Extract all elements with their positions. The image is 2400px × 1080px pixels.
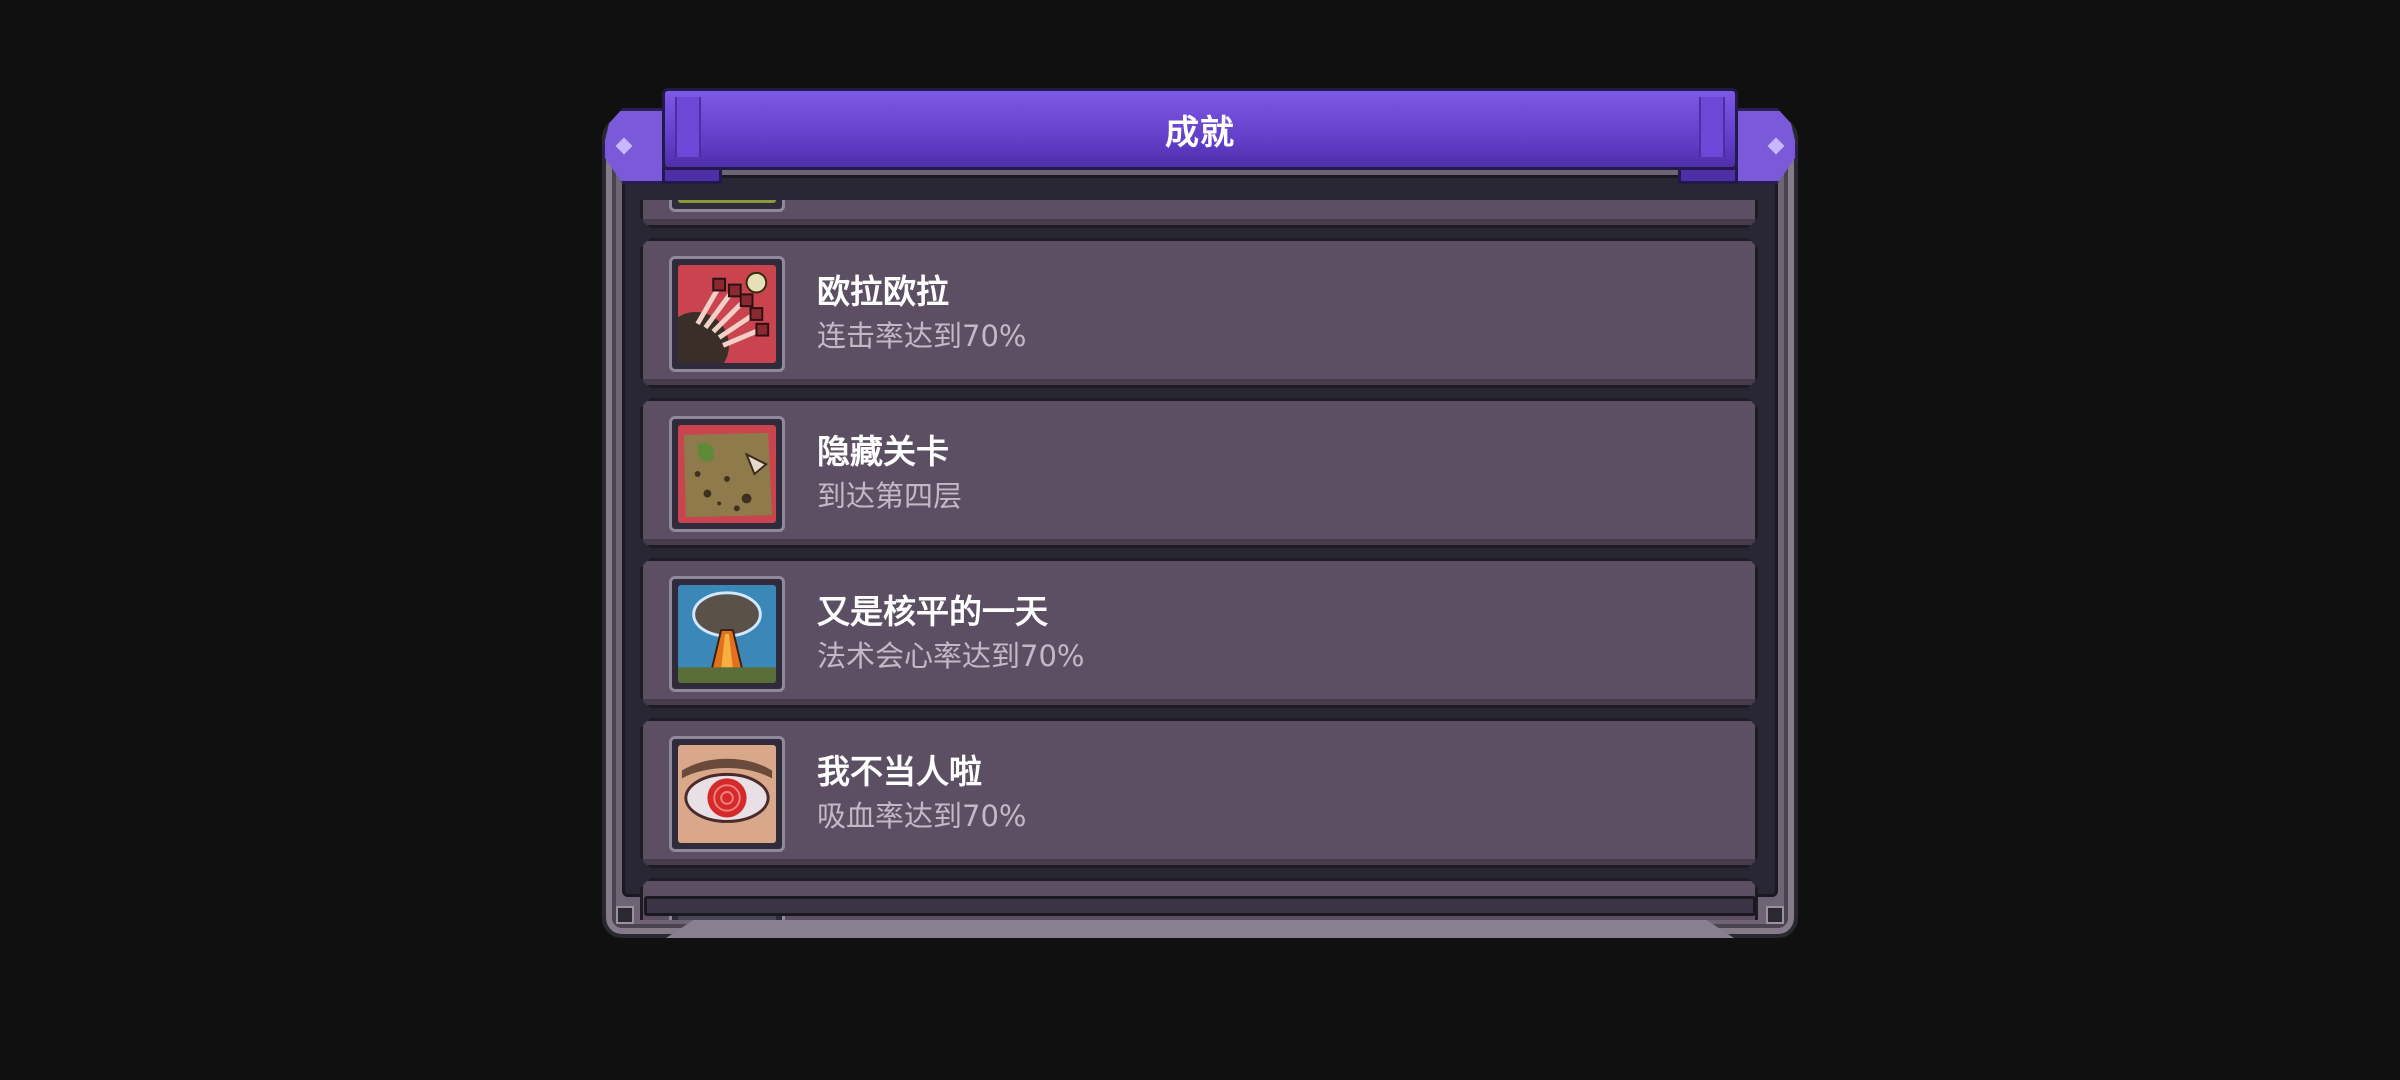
frame-stud-right <box>1766 906 1784 924</box>
achievement-desc: 到达第四层 <box>817 479 963 513</box>
achievement-row: 隐藏关卡 到达第四层 <box>640 398 1758 548</box>
partial-achievement-icon <box>669 200 785 212</box>
achievement-row: 又是核平的一天 法术会心率达到70% <box>640 558 1758 708</box>
achievement-row <box>640 200 1758 228</box>
rapid-punch-icon <box>669 256 785 372</box>
achievement-row: 欧拉欧拉 连击率达到70% <box>640 238 1758 388</box>
achievement-row: 我不当人啦 吸血率达到70% <box>640 718 1758 868</box>
achievement-list[interactable]: 欧拉欧拉 连击率达到70% 隐藏关卡 到达第四层 又是核平的一天 法术会心率达到… <box>640 200 1760 920</box>
panel-bottom-shelf <box>644 896 1756 916</box>
achievement-title: 隐藏关卡 <box>817 432 949 471</box>
achievement-title: 我不当人啦 <box>817 752 982 791</box>
achievement-title: 欧拉欧拉 <box>817 272 949 311</box>
frame-stud-left <box>616 906 634 924</box>
page-title: 成就 <box>1165 112 1235 153</box>
achievement-desc: 吸血率达到70% <box>817 799 1027 833</box>
achievement-desc: 连击率达到70% <box>817 319 1027 353</box>
mushroom-cloud-icon <box>669 576 785 692</box>
achievement-desc: 法术会心率达到70% <box>817 639 1085 673</box>
frame-bottom-strip <box>666 917 1734 938</box>
red-eye-icon <box>669 736 785 852</box>
map-icon <box>669 416 785 532</box>
title-banner: 成就 <box>662 88 1738 170</box>
achievement-title: 又是核平的一天 <box>817 592 1048 631</box>
